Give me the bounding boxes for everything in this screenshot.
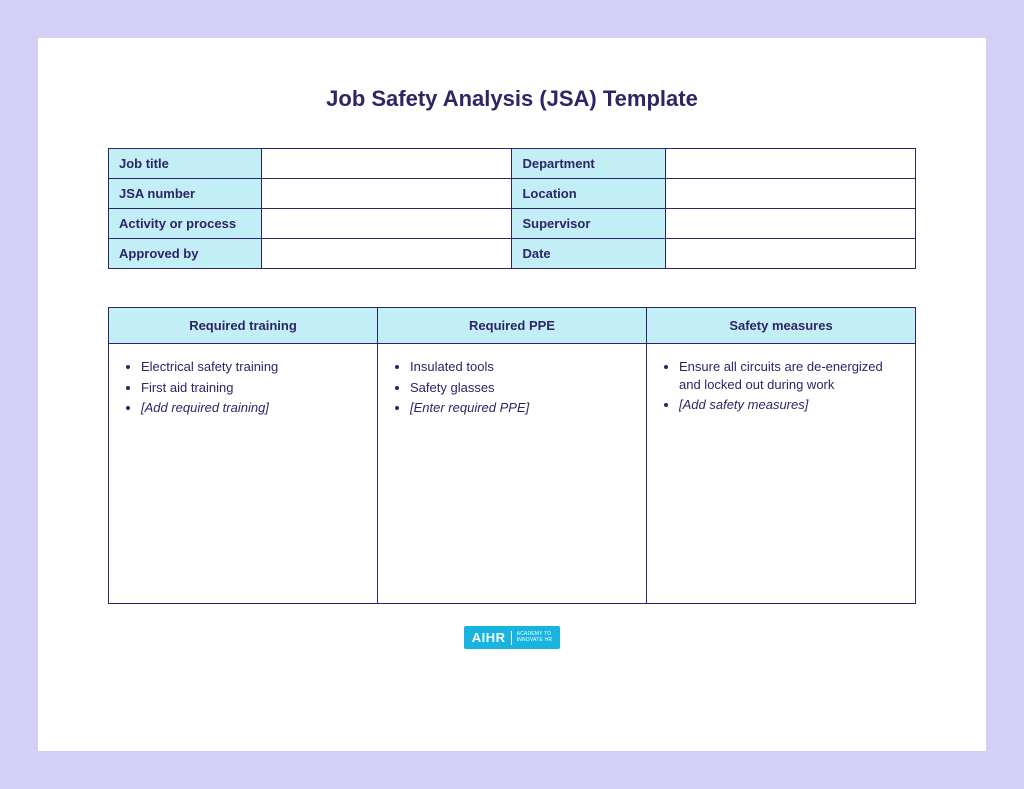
requirements-header-row: Required training Required PPE Safety me… [109, 308, 916, 344]
info-label: Date [512, 239, 665, 269]
requirements-header: Required training [109, 308, 378, 344]
info-label: Approved by [109, 239, 262, 269]
safety-measures-cell[interactable]: Ensure all circuits are de-energized and… [647, 344, 916, 604]
info-row: Approved by Date [109, 239, 916, 269]
aihr-logo: AIHR ACADEMY TO INNOVATE HR [464, 626, 560, 649]
logo-sub-text: ACADEMY TO INNOVATE HR [517, 632, 553, 643]
info-row: Activity or process Supervisor [109, 209, 916, 239]
info-value[interactable] [262, 209, 512, 239]
logo-main-text: AIHR [472, 630, 506, 645]
requirements-header: Safety measures [647, 308, 916, 344]
required-ppe-list: Insulated tools Safety glasses [Enter re… [406, 358, 636, 417]
info-value[interactable] [262, 179, 512, 209]
info-table-body: Job title Department JSA number Location… [109, 149, 916, 269]
safety-measures-list: Ensure all circuits are de-energized and… [675, 358, 905, 414]
info-value[interactable] [665, 179, 915, 209]
info-value[interactable] [262, 149, 512, 179]
list-item-placeholder: [Add required training] [141, 399, 367, 417]
required-ppe-cell[interactable]: Insulated tools Safety glasses [Enter re… [378, 344, 647, 604]
requirements-body-row: Electrical safety training First aid tra… [109, 344, 916, 604]
requirements-table: Required training Required PPE Safety me… [108, 307, 916, 604]
info-row: JSA number Location [109, 179, 916, 209]
info-value[interactable] [262, 239, 512, 269]
info-label: Supervisor [512, 209, 665, 239]
info-label: Department [512, 149, 665, 179]
logo-container: AIHR ACADEMY TO INNOVATE HR [108, 626, 916, 649]
requirements-header: Required PPE [378, 308, 647, 344]
info-value[interactable] [665, 149, 915, 179]
page-title: Job Safety Analysis (JSA) Template [108, 86, 916, 112]
info-label: Activity or process [109, 209, 262, 239]
list-item: Electrical safety training [141, 358, 367, 376]
required-training-list: Electrical safety training First aid tra… [137, 358, 367, 417]
list-item-placeholder: [Add safety measures] [679, 396, 905, 414]
list-item: Insulated tools [410, 358, 636, 376]
info-table: Job title Department JSA number Location… [108, 148, 916, 269]
info-label: Job title [109, 149, 262, 179]
info-label: Location [512, 179, 665, 209]
list-item: Safety glasses [410, 379, 636, 397]
info-value[interactable] [665, 209, 915, 239]
logo-divider [511, 631, 512, 645]
list-item-placeholder: [Enter required PPE] [410, 399, 636, 417]
document-page: Job Safety Analysis (JSA) Template Job t… [38, 38, 986, 751]
info-label: JSA number [109, 179, 262, 209]
list-item: Ensure all circuits are de-energized and… [679, 358, 905, 393]
info-row: Job title Department [109, 149, 916, 179]
logo-sub-line2: INNOVATE HR [517, 637, 553, 643]
info-value[interactable] [665, 239, 915, 269]
required-training-cell[interactable]: Electrical safety training First aid tra… [109, 344, 378, 604]
list-item: First aid training [141, 379, 367, 397]
